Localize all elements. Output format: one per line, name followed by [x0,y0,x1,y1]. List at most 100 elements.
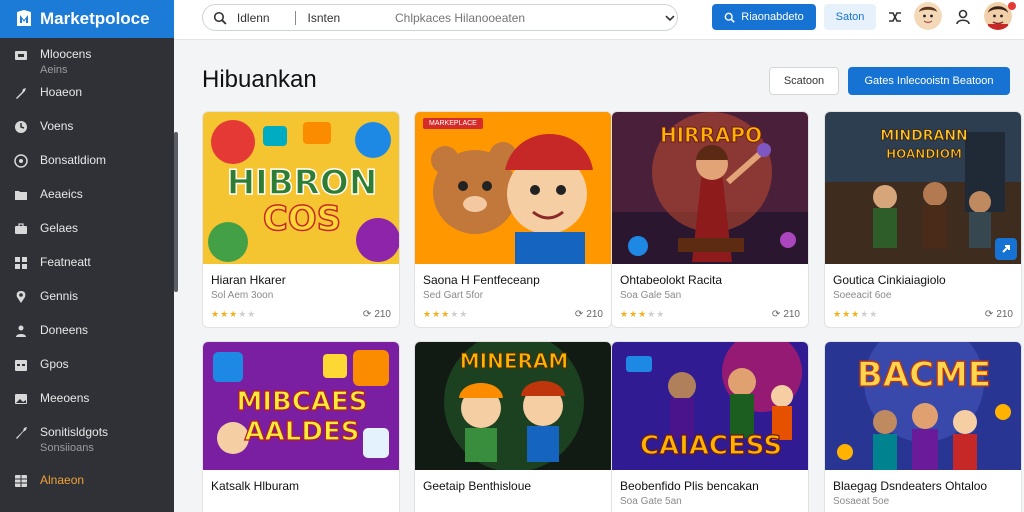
card-thumbnail: HIRRAPO [612,112,808,264]
card-meta: Soa Gate 5an [620,496,682,507]
game-card[interactable]: MARKEPLACE Saona H Fentfeceanp Sed Gart … [414,111,612,328]
download-count: ⟳ 210 [771,308,800,320]
profile-icon[interactable] [954,8,972,26]
sidebar-item-sublabel: Aeins [40,64,68,76]
card-meta: Soa Gale 5an [620,290,682,301]
rating-stars: ★★★★★ [211,308,257,319]
sidebar-item-5[interactable]: Gelaes [0,220,174,254]
game-card[interactable]: BACME Blaegag Dsndeaters Ohtaloo Sosaeat… [824,341,1022,512]
svg-text:COS: COS [263,199,341,239]
sidebar-item-2[interactable]: Voens [0,118,174,152]
sidebar-item-6[interactable]: Featneatt [0,254,174,288]
store-icon [15,51,27,60]
briefcase-icon [15,223,27,234]
grid-icon [15,257,27,269]
download-count: ⟳ 210 [362,308,391,320]
primary-search-label: Riaonabdeto [741,11,804,23]
card-thumbnail: BACME [825,342,1021,470]
rating-stars: ★★★★★ [833,308,879,319]
sidebar-item-label: Gelaes [40,221,79,235]
sidebar-item-label: Doneens [40,323,89,337]
page-title: Hibuankan [202,66,317,93]
image-icon [15,394,27,404]
add-icon [1002,245,1010,253]
sidebar-item-sublabel: Sonsiioans [40,442,94,454]
secondary-top-button[interactable]: Saton [824,4,876,30]
wrench-icon [16,88,26,99]
chevron-down-icon[interactable] [663,11,677,25]
sidebar-item-label: Gpos [40,357,69,371]
search-input[interactable] [395,10,654,25]
marketplace-logo-icon [17,10,31,26]
secondary-action-button[interactable]: Scatoon [769,67,839,95]
sidebar-item-label: Gennis [40,289,79,303]
primary-search-button[interactable]: Riaonabdeto [712,4,816,30]
primary-action-button[interactable]: Gates Inlecooistn Beatoon [848,67,1010,95]
game-card[interactable]: HIBRON COS Hiaran Hkarer Sol Aem 3oon ★★… [202,111,400,328]
card-thumbnail: MARKEPLACE [415,112,611,264]
sidebar-item-12[interactable]: Alnaeon [0,472,174,496]
svg-text:HIRRAPO: HIRRAPO [660,123,762,147]
sidebar-item-4[interactable]: Aeaeics [0,186,174,220]
card-title: Katsalk Hlburam [211,479,300,493]
download-icon: ⟳ [574,308,584,320]
game-card[interactable]: MIBCAES AALDES Katsalk Hlburam [202,341,400,512]
game-card[interactable]: CAIACESS Beobenfido Plis bencakan Soa Ga… [611,341,809,512]
card-thumbnail: HIBRON COS [203,112,399,264]
sidebar-item-label: Mloocens [40,47,92,61]
sidebar-item-label: Hoaeon [40,85,83,99]
sidebar-nav: Mloocens Aeins Hoaeon Voens Bonsatldiom A… [0,38,174,496]
brand-header[interactable]: Marketpoloce [0,0,174,38]
sidebar-item-label: Sonitisldgots [40,425,109,439]
svg-text:MINDRANN: MINDRANN [880,128,968,144]
top-bar: Idlenn Isnten Riaonabdeto Saton [174,0,1024,40]
svg-text:BACME: BACME [857,355,991,395]
game-card[interactable]: HIRRAPO Ohtabeolokt Racita Soa Gale 5an … [611,111,809,328]
sidebar-item-label: Alnaeon [40,473,85,487]
card-meta: Sol Aem 3oon [211,290,274,301]
sidebar-item-3[interactable]: Bonsatldiom [0,152,174,186]
tools-icon [16,427,27,439]
shuffle-icon[interactable] [886,8,904,26]
game-card[interactable]: MINERAM Geetaip Benthisloue [414,341,612,512]
search-bar[interactable]: Idlenn Isnten [202,4,678,31]
card-thumbnail: MINDRANN HOANDIOM [825,112,1021,264]
sidebar-item-8[interactable]: Doneens [0,322,174,356]
rating-stars: ★★★★★ [423,308,469,319]
download-icon: ⟳ [984,308,994,320]
game-card[interactable]: MINDRANN HOANDIOM Goutica Cinkiaiagiolo … [824,111,1022,328]
table-icon [15,475,27,487]
card-tag: MARKEPLACE [423,118,483,129]
search-category-2[interactable]: Isnten [308,11,377,25]
sidebar-item-10[interactable]: Meeoens [0,390,174,424]
sidebar-item-label: Meeoens [40,391,90,405]
sidebar-item-label: Featneatt [40,255,91,269]
download-count: ⟳ 210 [984,308,1013,320]
download-icon: ⟳ [771,308,781,320]
card-title: Geetaip Benthisloue [423,479,532,493]
card-title: Ohtabeolokt Racita [620,273,723,287]
sidebar: Marketpoloce Mloocens Aeins Hoaeon Voens … [0,0,174,512]
search-icon [724,12,736,23]
user-avatar[interactable] [914,2,942,30]
sidebar-item-0[interactable]: Mloocens Aeins [0,46,174,80]
sidebar-item-11[interactable]: Sonitisldgots Sonsiioans [0,424,174,472]
svg-text:MIBCAES: MIBCAES [236,387,367,417]
search-divider [294,10,296,25]
sidebar-item-1[interactable]: Hoaeon [0,84,174,118]
search-icon [213,11,227,25]
card-meta: Soeeacit 6oe [833,290,892,301]
sidebar-item-7[interactable]: Gennis [0,288,174,322]
sidebar-item-9[interactable]: Gpos [0,356,174,390]
calendar-icon [15,360,27,371]
sidebar-scrollbar[interactable] [174,132,178,292]
brand-name: Marketpoloce [40,9,150,28]
sidebar-item-label: Bonsatldiom [40,153,107,167]
add-to-cart-button[interactable] [995,238,1017,260]
card-title: Hiaran Hkarer [211,273,286,287]
svg-text:AALDES: AALDES [245,417,360,447]
search-category-1[interactable]: Idlenn [237,11,289,25]
clock-icon [15,121,27,133]
notification-badge [1008,2,1016,10]
folder-icon [15,191,27,200]
